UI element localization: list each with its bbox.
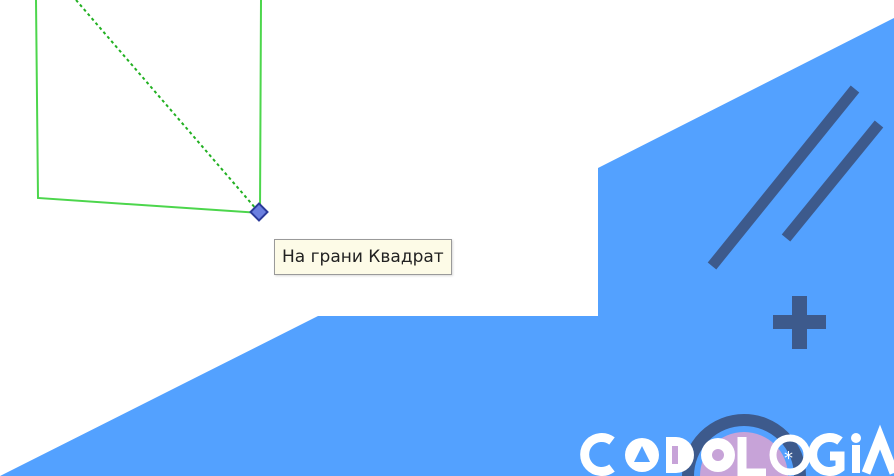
tooltip: На грани Квадрат bbox=[274, 239, 452, 275]
drawing-canvas[interactable]: * На грани Квадрат bbox=[0, 0, 894, 476]
guide-line bbox=[75, 0, 258, 211]
canvas-scene: * bbox=[0, 0, 894, 476]
square-outline[interactable] bbox=[35, 0, 262, 215]
svg-text:*: * bbox=[784, 448, 793, 469]
